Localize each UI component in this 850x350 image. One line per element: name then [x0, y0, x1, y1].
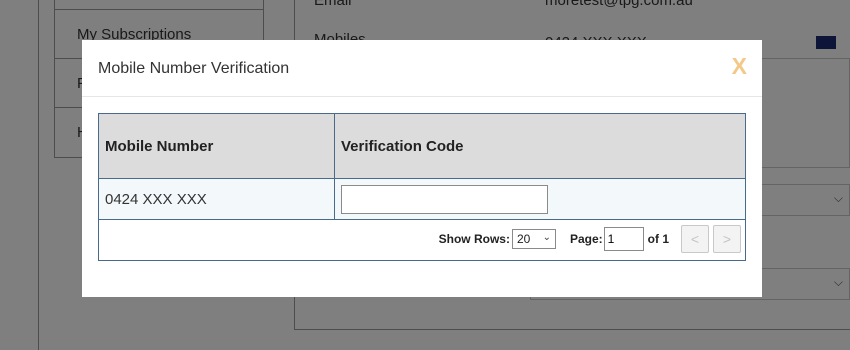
verification-table: Mobile Number Verification Code 0424 XXX…	[98, 113, 746, 261]
mobile-number-cell: 0424 XXX XXX	[99, 179, 335, 219]
rows-per-page-select[interactable]: 20 ⌄	[511, 229, 556, 249]
column-header-mobile-number: Mobile Number	[99, 114, 335, 178]
table-pager: Show Rows: 20 ⌄ Page: of 1 < >	[99, 220, 745, 260]
column-header-verification-code: Verification Code	[341, 137, 464, 155]
show-rows-label: Show Rows:	[438, 232, 510, 246]
page-count-label: of 1	[647, 232, 669, 246]
modal-header: Mobile Number Verification X	[82, 40, 762, 97]
next-page-button[interactable]: >	[713, 225, 741, 253]
table-header: Mobile Number Verification Code	[99, 114, 745, 179]
verification-code-cell	[335, 179, 745, 219]
page-label: Page:	[569, 232, 603, 246]
previous-page-button[interactable]: <	[681, 225, 709, 253]
table-row: 0424 XXX XXX	[99, 179, 745, 220]
verification-modal: Mobile Number Verification X Mobile Numb…	[82, 40, 762, 297]
modal-title: Mobile Number Verification	[98, 60, 290, 77]
chevron-down-icon: ⌄	[542, 232, 551, 243]
page-number-input[interactable]	[603, 227, 644, 251]
close-icon[interactable]: X	[732, 55, 747, 78]
rows-per-page-value: 20	[516, 232, 531, 246]
verification-code-input[interactable]	[341, 184, 548, 214]
